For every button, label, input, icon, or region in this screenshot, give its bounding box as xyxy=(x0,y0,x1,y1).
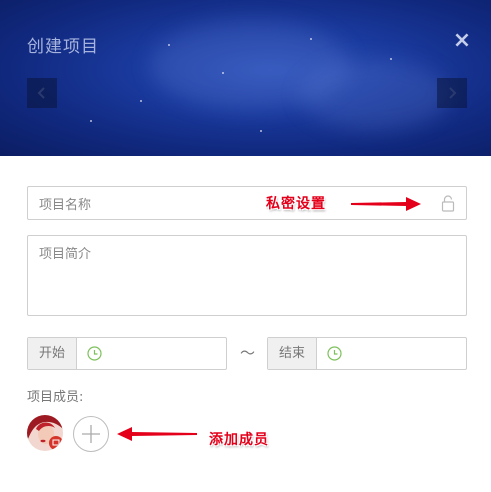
header-banner: 创建项目 × xyxy=(0,0,491,156)
banner-star xyxy=(390,58,392,60)
banner-nebula xyxy=(300,60,450,130)
annotation-private-setting: 私密设置 xyxy=(266,196,326,212)
next-button[interactable] xyxy=(437,78,467,108)
add-member-button[interactable] xyxy=(73,416,109,452)
banner-star xyxy=(260,130,262,132)
banner-star xyxy=(310,38,312,40)
start-date-field[interactable]: 开始 xyxy=(27,337,227,370)
members-label: 项目成员: xyxy=(27,390,84,405)
project-description-input[interactable]: 项目简介 xyxy=(27,235,467,316)
chevron-right-icon xyxy=(449,87,457,99)
banner-star xyxy=(90,120,92,122)
page-title: 创建项目 xyxy=(27,37,99,57)
end-date-field[interactable]: 结束 xyxy=(267,337,467,370)
chevron-left-icon xyxy=(37,87,45,99)
end-date-label: 结束 xyxy=(268,338,317,369)
clock-icon xyxy=(87,346,102,361)
prev-button[interactable] xyxy=(27,78,57,108)
user-avatar-image xyxy=(27,415,63,451)
annotation-arrow-left xyxy=(117,427,197,441)
avatar[interactable] xyxy=(27,415,63,451)
annotation-arrow-right xyxy=(351,197,421,211)
clock-icon xyxy=(327,346,342,361)
project-description-placeholder: 项目简介 xyxy=(39,247,92,262)
lock-icon[interactable] xyxy=(441,195,455,212)
banner-star xyxy=(168,44,170,46)
close-icon[interactable]: × xyxy=(452,30,472,52)
plus-icon xyxy=(82,425,100,443)
annotation-add-member: 添加成员 xyxy=(209,432,269,448)
banner-star xyxy=(140,100,142,102)
project-name-placeholder: 项目名称 xyxy=(39,198,92,213)
date-range-separator: ～ xyxy=(240,344,256,362)
banner-star xyxy=(222,72,224,74)
start-date-label: 开始 xyxy=(28,338,77,369)
